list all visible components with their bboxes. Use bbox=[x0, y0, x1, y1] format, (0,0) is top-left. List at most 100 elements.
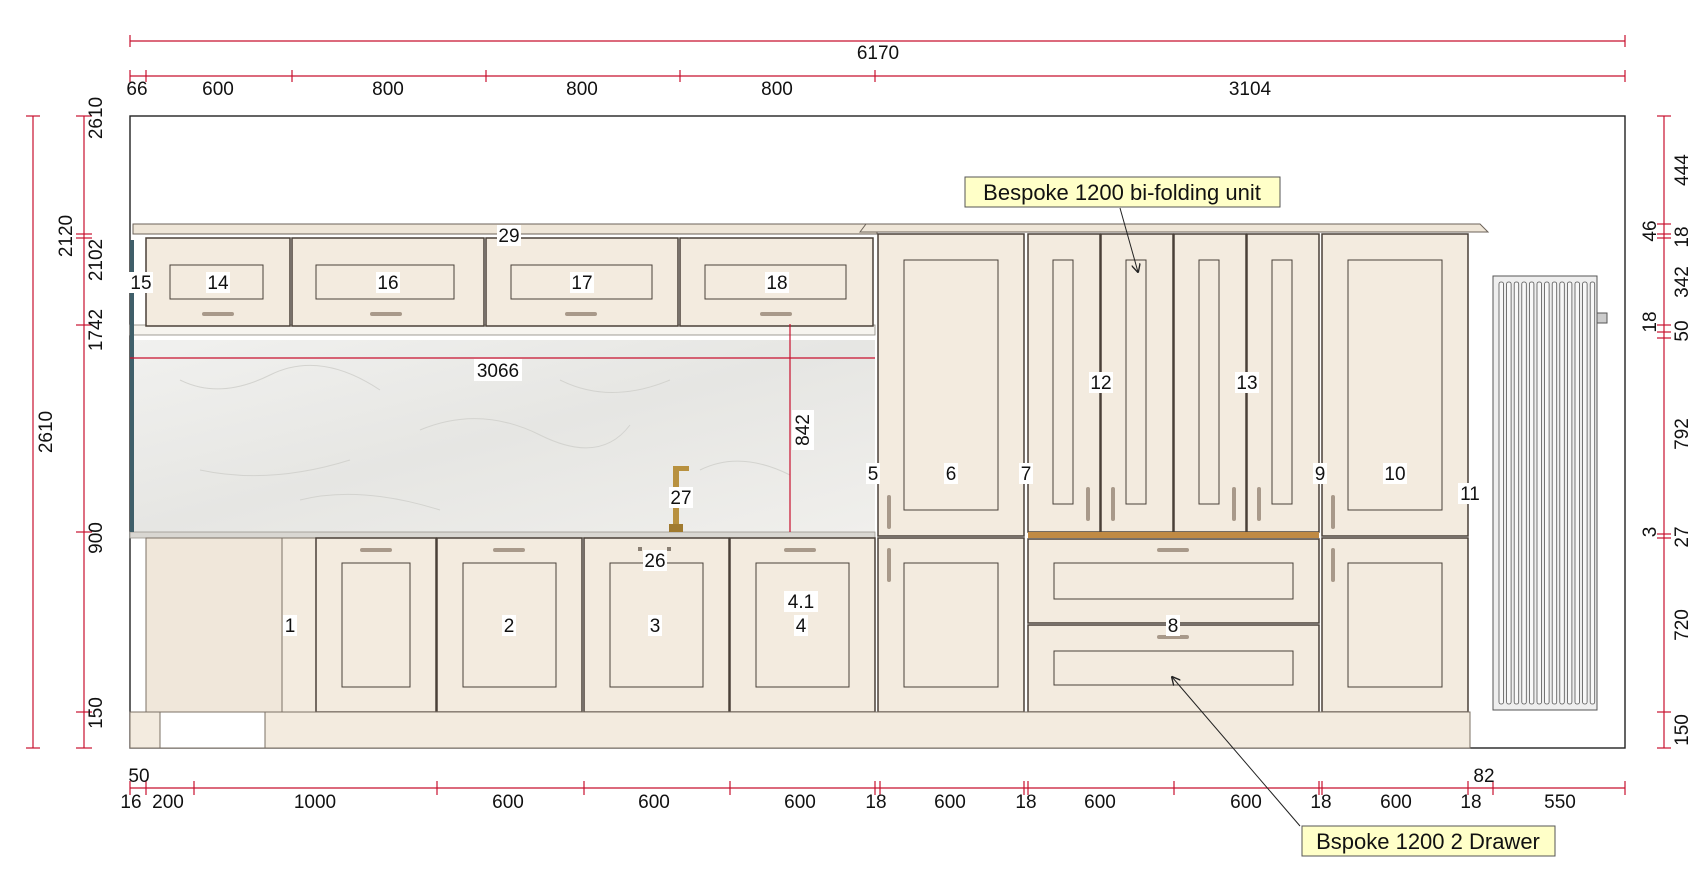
bifold-13-handle-a bbox=[1232, 487, 1236, 521]
right-dim-9: 720 bbox=[1672, 609, 1690, 641]
bifold-12-handle-a bbox=[1086, 487, 1090, 521]
wall-unit-14-handle bbox=[202, 312, 234, 316]
tall-unit-6-lower bbox=[877, 537, 1025, 713]
bottom-dim-10: 600 bbox=[1230, 792, 1262, 813]
radiator-fin bbox=[1574, 281, 1580, 705]
base-unit-2-handle bbox=[360, 548, 392, 552]
bifold-13-handle-b bbox=[1257, 487, 1261, 521]
radiator-fin bbox=[1544, 281, 1550, 705]
radiator-fin bbox=[1498, 281, 1504, 705]
unit-label-base_units-3: 4.1 bbox=[788, 592, 814, 613]
unit-label-wall_units-2: 16 bbox=[377, 273, 398, 294]
wall-unit-18-handle bbox=[760, 312, 792, 316]
cornice-tall-units bbox=[859, 223, 1490, 233]
bottom-dim-11: 18 bbox=[1310, 792, 1331, 813]
unit-label-base_units-2: 3 bbox=[650, 616, 661, 637]
tall-unit-10-lower-handle bbox=[1331, 548, 1335, 582]
tall-unit-10-handle bbox=[1331, 495, 1335, 529]
right-dim-7: 3 bbox=[1640, 527, 1661, 538]
bottom-dim-7: 600 bbox=[934, 792, 966, 813]
bottom-extra-1: 82 bbox=[1473, 766, 1494, 787]
tall-units bbox=[877, 233, 1469, 713]
bottom-dim-1: 200 bbox=[152, 792, 184, 813]
right-dim-8: 27 bbox=[1672, 526, 1690, 547]
top-dim-2: 800 bbox=[372, 79, 404, 100]
left-inner-3: 1742 bbox=[86, 309, 107, 351]
bottom-dim-8: 18 bbox=[1015, 792, 1036, 813]
unit-label-drawer_unit: 8 bbox=[1168, 616, 1179, 637]
radiator-fin bbox=[1536, 281, 1542, 705]
unit-label-wall_units-0: 14 bbox=[207, 273, 229, 294]
unit-label-tall_units-2: 7 bbox=[1021, 464, 1032, 485]
left-outer-label: 2610 bbox=[36, 411, 57, 453]
splash-width-label: 3066 bbox=[477, 361, 519, 382]
unit-label-wall_units-3: 17 bbox=[571, 273, 592, 294]
bottom-dim-12: 600 bbox=[1380, 792, 1412, 813]
worktop bbox=[129, 531, 876, 539]
right-dim-4: 18 bbox=[1640, 311, 1661, 332]
wall-units bbox=[145, 237, 874, 327]
unit-label-tap: 27 bbox=[670, 488, 691, 509]
unit-label-base_units-1: 2 bbox=[504, 616, 515, 637]
left-inner-5: 150 bbox=[86, 697, 107, 729]
wall-unit-16-handle bbox=[370, 312, 402, 316]
tall-unit-6-upper bbox=[877, 233, 1025, 537]
base-unit-2 bbox=[315, 537, 437, 713]
top-dim-5: 3104 bbox=[1229, 79, 1272, 100]
top-dim-0: 66 bbox=[126, 79, 147, 100]
radiator-fin bbox=[1589, 281, 1596, 705]
bottom-dim-2: 1000 bbox=[294, 792, 336, 813]
plinth-gap bbox=[159, 711, 266, 749]
bottom-dim-0: 16 bbox=[120, 792, 141, 813]
plinth bbox=[129, 711, 1471, 749]
bifold-worktop bbox=[1028, 532, 1319, 538]
unit-label-sink: 26 bbox=[644, 551, 665, 572]
bottom-dim-5: 600 bbox=[784, 792, 816, 813]
tall-unit-10-upper bbox=[1321, 233, 1469, 537]
right-dim-6: 792 bbox=[1672, 418, 1690, 450]
dimension-column-right: 444 46 18 342 18 50 792 3 27 720 150 bbox=[1640, 115, 1690, 749]
dimension-column-left: 2610 2610 2120 2102 1742 900 150 bbox=[26, 97, 107, 749]
left-inner-0: 2610 bbox=[86, 97, 107, 139]
bottom-dim-9: 600 bbox=[1084, 792, 1116, 813]
top-dim-4: 800 bbox=[761, 79, 793, 100]
overall-width-label: 6170 bbox=[857, 43, 899, 64]
right-dim-5: 50 bbox=[1672, 320, 1690, 341]
unit-label-tall_units-1: 6 bbox=[946, 464, 957, 485]
bottom-extra-0: 50 bbox=[128, 766, 149, 787]
splash-height-label: 842 bbox=[793, 414, 814, 446]
radiator-fin bbox=[1567, 281, 1573, 705]
radiator bbox=[1492, 275, 1608, 711]
unit-label-base_units-4: 4 bbox=[796, 616, 807, 637]
bottom-dim-3: 600 bbox=[492, 792, 524, 813]
right-dim-1: 46 bbox=[1640, 220, 1661, 241]
tall-unit-6-handle bbox=[887, 495, 891, 529]
drawer-8-top-handle bbox=[1157, 548, 1189, 552]
right-dim-10: 150 bbox=[1672, 714, 1690, 746]
top-dim-3: 800 bbox=[566, 79, 598, 100]
unit-label-bifold-0: 12 bbox=[1090, 373, 1111, 394]
callout-bifold-text: Bespoke 1200 bi-folding unit bbox=[983, 180, 1261, 205]
left-inner-1: 2120 bbox=[56, 215, 77, 257]
radiator-fin bbox=[1529, 281, 1535, 705]
left-inner-4: 900 bbox=[86, 522, 107, 554]
tall-unit-10-lower bbox=[1321, 537, 1469, 713]
left-inner-2: 2102 bbox=[86, 239, 107, 281]
dimension-row-top: 6170 66 600 800 800 800 3104 bbox=[126, 35, 1626, 100]
radiator-fin bbox=[1551, 281, 1558, 705]
bottom-dim-13: 18 bbox=[1460, 792, 1481, 813]
callout-drawer-text: Bspoke 1200 2 Drawer bbox=[1316, 829, 1540, 854]
base-unit-4-handle bbox=[784, 548, 816, 552]
radiator-fin bbox=[1582, 281, 1588, 705]
bottom-dim-4: 600 bbox=[638, 792, 670, 813]
unit-label-cornice: 29 bbox=[498, 226, 519, 247]
bifold-12-handle-b bbox=[1111, 487, 1115, 521]
right-dim-3: 342 bbox=[1672, 266, 1690, 298]
radiator-fin bbox=[1559, 281, 1565, 705]
base-end-panel bbox=[145, 537, 283, 713]
right-dim-2: 18 bbox=[1672, 226, 1690, 247]
top-dim-1: 600 bbox=[202, 79, 234, 100]
radiator-fin bbox=[1506, 281, 1512, 705]
bottom-dim-14: 550 bbox=[1544, 792, 1576, 813]
kitchen-elevation-drawing: 3066 842 617066 600 800 800 800 3104 16 200 100… bbox=[26, 35, 1690, 857]
